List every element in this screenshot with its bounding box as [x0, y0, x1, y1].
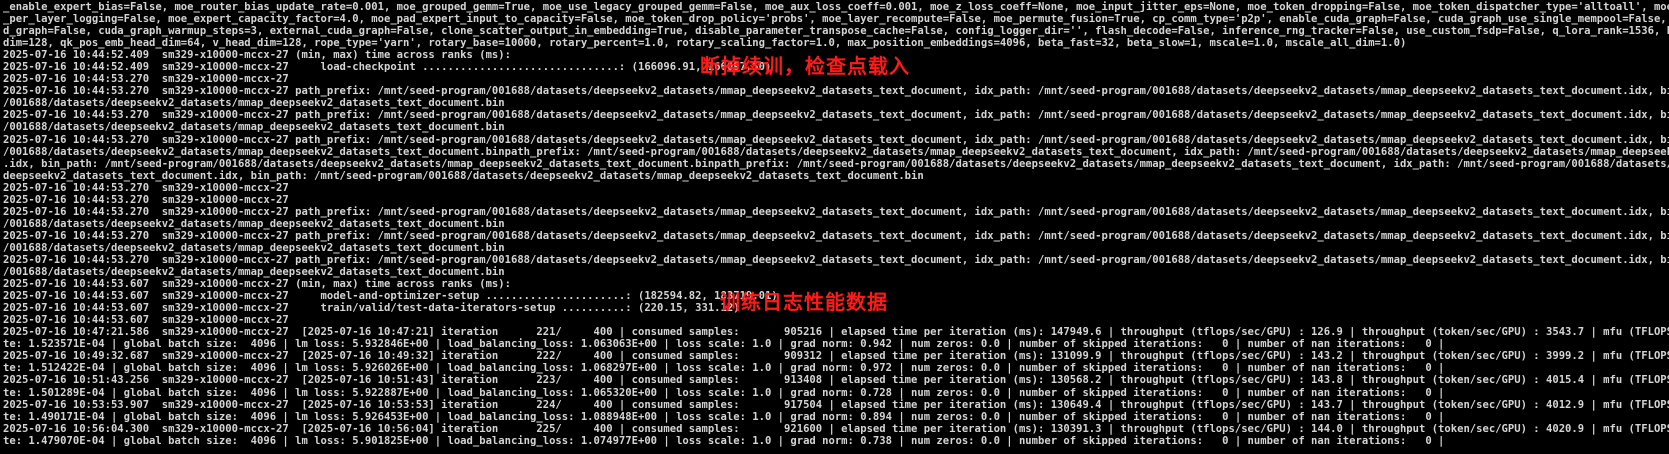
log-line: _per_layer_logging=False, moe_expert_cap… — [3, 13, 1669, 26]
log-line: /001688/datasets/deepseekv2_datasets/mma… — [3, 97, 505, 110]
training-log-annotation: 训练日志性能数据 — [720, 290, 888, 314]
log-line: 2025-07-16 10:44:53.270 sm329-x10000-mcc… — [3, 109, 1669, 122]
log-line: /001688/datasets/deepseekv2_datasets/mma… — [3, 266, 505, 279]
log-line: 2025-07-16 10:44:53.270 sm329-x10000-mcc… — [3, 133, 1669, 146]
log-line: 2025-07-16 10:49:32.687 sm329-x10000-mcc… — [3, 350, 1669, 363]
log-line: d_graph=False, cuda_graph_warmup_steps=3… — [3, 25, 1669, 38]
log-line: 2025-07-16 10:51:43.256 sm329-x10000-mcc… — [3, 374, 1669, 387]
log-line: te: 1.479070E-04 | global batch size: 40… — [3, 434, 1445, 447]
log-line: /001688/datasets/deepseekv2_datasets/mma… — [3, 145, 1669, 158]
log-line: 2025-07-16 10:44:53.270 sm329-x10000-mcc… — [3, 229, 1669, 242]
log-line: .idx, bin_path: /mnt/seed-program/001688… — [3, 157, 1669, 170]
log-line: 2025-07-16 10:56:04.300 sm329-x10000-mcc… — [3, 422, 1669, 435]
log-line: te: 1.523571E-04 | global batch size: 40… — [3, 338, 1445, 351]
log-line: 2025-07-16 10:53:53.907 sm329-x10000-mcc… — [3, 398, 1669, 411]
log-line: /001688/datasets/deepseekv2_datasets/mma… — [3, 121, 505, 134]
log-line: 2025-07-16 10:44:53.270 sm329-x10000-mcc… — [3, 205, 1669, 218]
log-line: /001688/datasets/deepseekv2_datasets/mma… — [3, 217, 505, 230]
log-line: 2025-07-16 10:44:53.607 sm329-x10000-mcc… — [3, 314, 289, 327]
log-line: /001688/datasets/deepseekv2_datasets/mma… — [3, 241, 505, 254]
log-line: dim=128, qk_pos_emb_head_dim=64, v_head_… — [3, 37, 1407, 50]
log-line: te: 1.512422E-04 | global batch size: 40… — [3, 362, 1445, 375]
log-line: _enable_expert_bias=False, moe_router_bi… — [3, 1, 1669, 13]
log-line: 2025-07-16 10:47:21.586 sm329-x10000-mcc… — [3, 326, 1669, 339]
log-line: 2025-07-16 10:44:53.270 sm329-x10000-mcc… — [3, 85, 1669, 98]
log-line: 2025-07-16 10:44:53.270 sm329-x10000-mcc… — [3, 193, 289, 206]
log-line: 2025-07-16 10:44:53.270 sm329-x10000-mcc… — [3, 253, 1669, 266]
log-line: deepseekv2_datasets_text_document.idx, b… — [3, 169, 924, 182]
log-line: te: 1.501289E-04 | global batch size: 40… — [3, 386, 1445, 399]
checkpoint-load-annotation: 断掉续训，检查点载入 — [700, 54, 910, 78]
log-line: te: 1.490171E-04 | global batch size: 40… — [3, 410, 1445, 423]
log-line: 2025-07-16 10:44:53.270 sm329-x10000-mcc… — [3, 181, 289, 194]
